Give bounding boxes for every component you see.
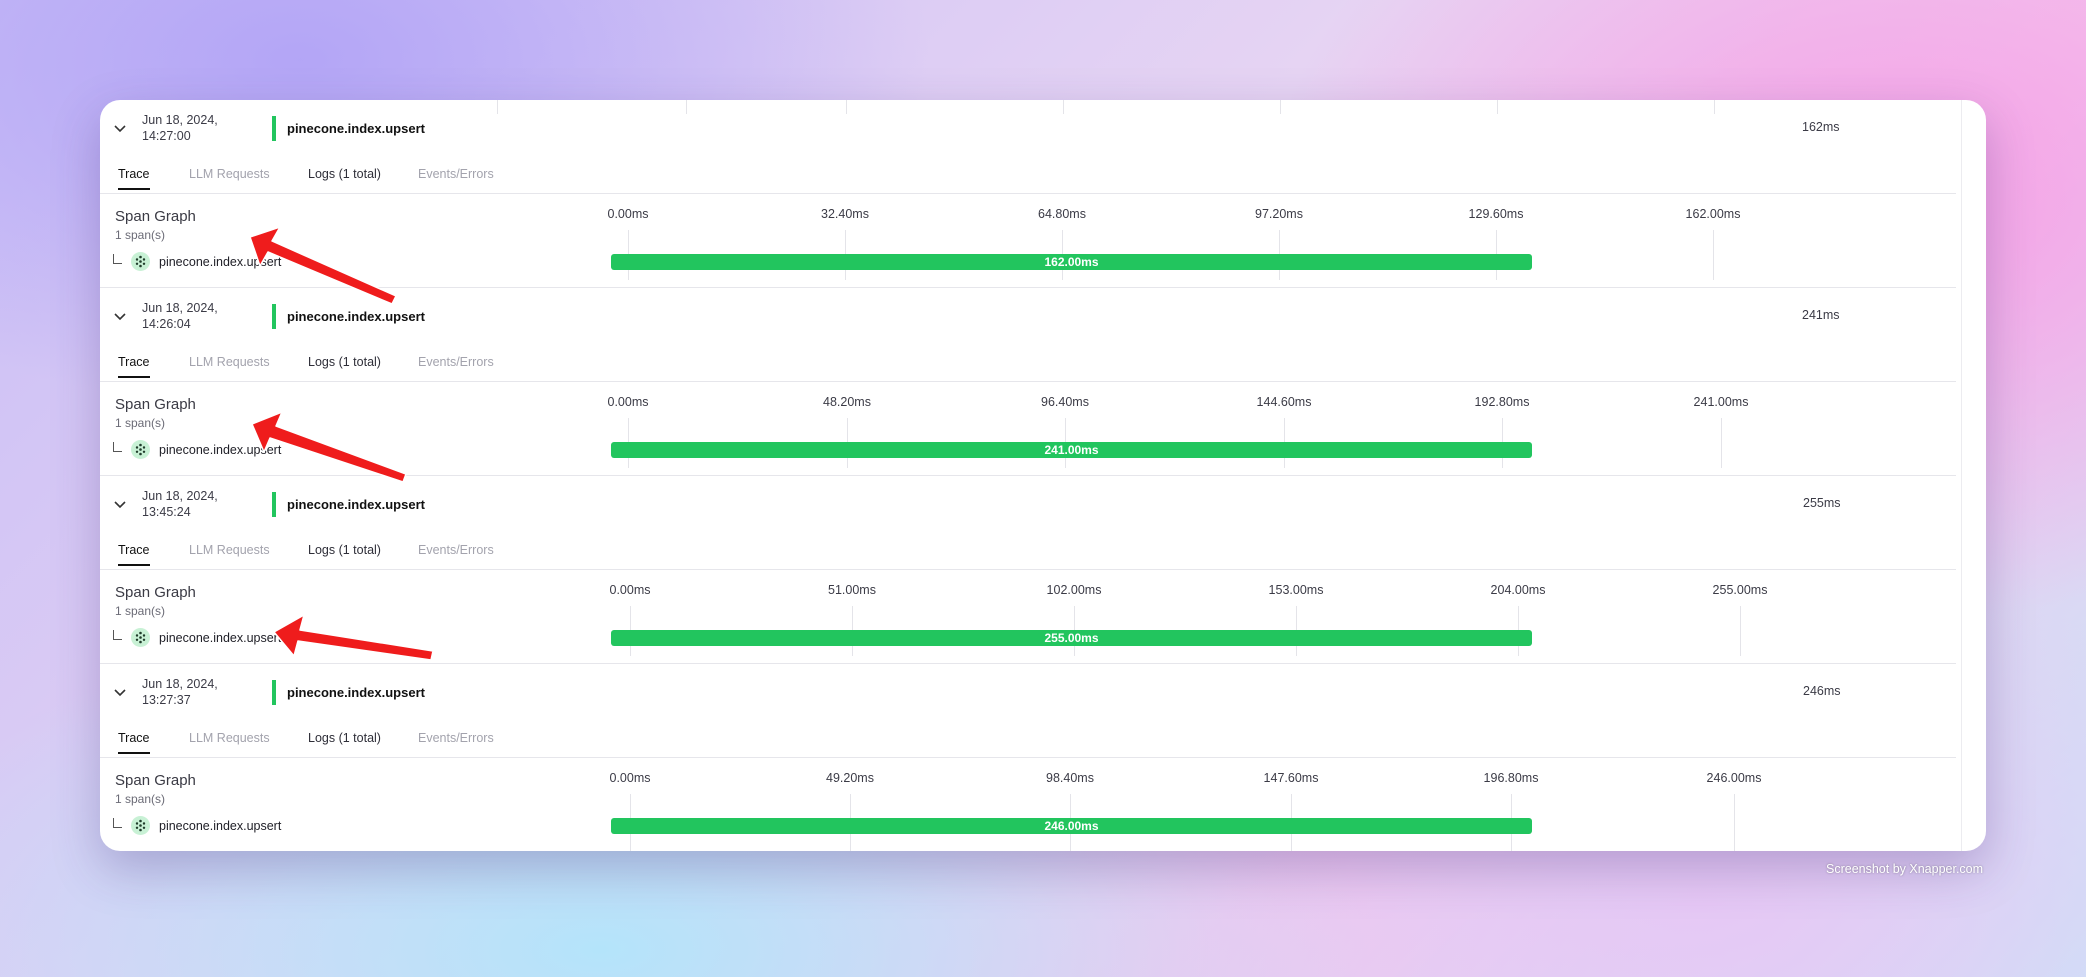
red-arrow-annotation — [251, 411, 407, 483]
screenshot-credit: Screenshot by Xnapper.com — [1826, 862, 1984, 876]
red-arrow-annotation — [249, 226, 397, 305]
red-arrow-annotation — [273, 614, 434, 661]
annotation-arrows — [249, 226, 434, 661]
trace-list-window: Jun 18, 2024, 14:27:00 pinecone.index.up… — [100, 100, 1986, 851]
